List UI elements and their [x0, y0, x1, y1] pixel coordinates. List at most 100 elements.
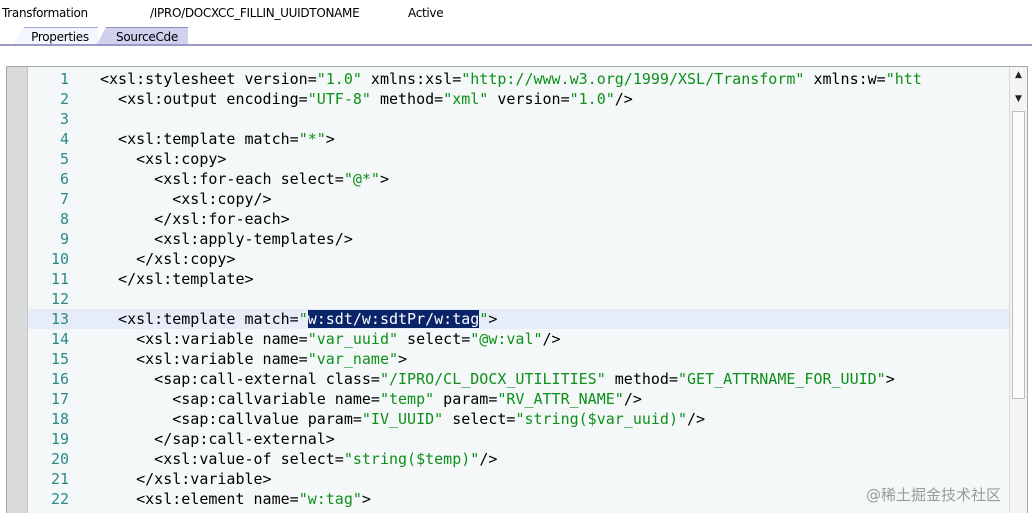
line-number: 14 — [50, 330, 69, 348]
code-text: <xsl:element name="w:tag"> — [100, 489, 371, 509]
scroll-up-icon[interactable]: ▲ — [1012, 69, 1025, 82]
string-literal: "/IPRO/CL_DOCX_UTILITIES" — [379, 370, 606, 388]
line-number: 6 — [59, 170, 69, 188]
code-line[interactable]: 16 <sap:call-external class="/IPRO/CL_DO… — [28, 369, 1009, 389]
object-status: Active — [408, 6, 444, 20]
code-line[interactable]: 15 <xsl:variable name="var_name"> — [28, 349, 1009, 369]
code-token: <xsl:apply-templates/> — [100, 230, 353, 248]
line-number: 17 — [50, 390, 69, 408]
source-code-editor[interactable]: 1 <xsl:stylesheet version="1.0" xmlns:xsl… — [6, 66, 1028, 513]
code-line[interactable]: 2 <xsl:output encoding="UTF-8" method="x… — [28, 89, 1009, 109]
code-line[interactable]: 21 </xsl:variable> — [28, 469, 1009, 489]
code-text: <xsl:template match="*"> — [100, 129, 335, 149]
code-token: xmlns:w= — [804, 70, 886, 88]
code-text: <xsl:template match="w:sdt/w:sdtPr/w:tag… — [100, 309, 497, 329]
object-name: /IPRO/DOCXCC_FILLIN_UUIDTONAME — [150, 6, 360, 20]
code-line[interactable]: 3 — [28, 109, 1009, 129]
string-literal: "temp" — [379, 390, 435, 408]
line-number: 22 — [50, 490, 69, 508]
code-line[interactable]: 4 <xsl:template match="*"> — [28, 129, 1009, 149]
code-token: <xsl:value-of select= — [100, 450, 344, 468]
code-text: <xsl:for-each select="@*"> — [100, 169, 389, 189]
code-token: <xsl:element name= — [100, 490, 299, 508]
code-text: <xsl:copy/> — [100, 189, 271, 209]
code-line[interactable]: 17 <sap:callvariable name="temp" param="… — [28, 389, 1009, 409]
string-literal: "GET_ATTRNAME_FOR_UUID" — [678, 370, 886, 388]
code-text: <xsl:apply-templates/> — [100, 229, 353, 249]
line-number: 19 — [50, 430, 69, 448]
code-text: </xsl:copy> — [100, 249, 235, 269]
code-token: <sap:callvariable name= — [100, 390, 380, 408]
code-line[interactable]: 11 </xsl:template> — [28, 269, 1009, 289]
code-token: <xsl:copy> — [100, 150, 227, 168]
string-literal: "string($var_uuid)" — [515, 410, 688, 428]
line-number: 3 — [59, 110, 69, 128]
code-line[interactable]: 19 </sap:call-external> — [28, 429, 1009, 449]
string-literal: "@w:val" — [470, 330, 543, 348]
scroll-down-icon[interactable]: ▼ — [1012, 93, 1025, 106]
code-text: <sap:callvariable name="temp" param="RV_… — [100, 389, 642, 409]
watermark: @稀土掘金技术社区 — [866, 486, 1002, 504]
scrollbar-thumb[interactable] — [1012, 111, 1025, 399]
code-line[interactable]: 1 <xsl:stylesheet version="1.0" xmlns:xsl… — [28, 69, 1009, 89]
code-text: <xsl:value-of select="string($temp)"/> — [100, 449, 497, 469]
string-literal: " — [479, 310, 489, 328]
code-line[interactable]: 13 <xsl:template match="w:sdt/w:sdtPr/w:… — [28, 309, 1009, 329]
editor-gutter — [7, 67, 28, 513]
code-text: <sap:call-external class="/IPRO/CL_DOCX_… — [100, 369, 895, 389]
code-line[interactable]: 9 <xsl:apply-templates/> — [28, 229, 1009, 249]
code-line[interactable]: 8 </xsl:for-each> — [28, 209, 1009, 229]
line-number: 11 — [50, 270, 69, 288]
code-line[interactable]: 10 </xsl:copy> — [28, 249, 1009, 269]
code-text: <xsl:copy> — [100, 149, 226, 169]
code-token: <xsl:stylesheet version= — [100, 70, 317, 88]
code-token: xmlns:xsl= — [361, 70, 462, 88]
selected-text: w:sdt/w:sdtPr/w:tag — [307, 310, 480, 328]
vertical-scrollbar[interactable]: ▲ ▼ — [1009, 67, 1027, 513]
code-line[interactable]: 20 <xsl:value-of select="string($temp)"/… — [28, 449, 1009, 469]
code-token: > — [361, 490, 371, 508]
line-number: 5 — [59, 150, 69, 168]
code-token: /> — [479, 450, 498, 468]
code-line[interactable]: 5 <xsl:copy> — [28, 149, 1009, 169]
string-literal: " — [298, 310, 308, 328]
code-token: select= — [398, 330, 471, 348]
object-header: Transformation /IPRO/DOCXCC_FILLIN_UUIDT… — [0, 0, 1032, 26]
code-token: <xsl:variable name= — [100, 350, 308, 368]
string-literal: "var_uuid" — [307, 330, 399, 348]
code-line[interactable]: 22 <xsl:element name="w:tag"> — [28, 489, 1009, 509]
code-line[interactable]: 12 — [28, 289, 1009, 309]
line-number: 10 — [50, 250, 69, 268]
code-token: <sap:callvalue param= — [100, 410, 362, 428]
code-line[interactable]: 14 <xsl:variable name="var_uuid" select=… — [28, 329, 1009, 349]
code-token: > — [488, 310, 498, 328]
code-text: <xsl:variable name="var_name"> — [100, 349, 407, 369]
tab-underline — [0, 44, 1032, 46]
line-number: 18 — [50, 410, 69, 428]
line-number: 2 — [59, 90, 69, 108]
string-literal: "xml" — [443, 90, 489, 108]
code-token: > — [325, 130, 335, 148]
string-literal: "w:tag" — [298, 490, 362, 508]
code-token: > — [398, 350, 408, 368]
code-token: </xsl:copy> — [100, 250, 236, 268]
code-line[interactable]: 18 <sap:callvalue param="IV_UUID" select… — [28, 409, 1009, 429]
code-area[interactable]: 1 <xsl:stylesheet version="1.0" xmlns:xsl… — [28, 67, 1009, 513]
string-literal: "1.0" — [569, 90, 615, 108]
code-token: > — [379, 170, 389, 188]
code-text: <xsl:output encoding="UTF-8" method="xml… — [100, 89, 633, 109]
code-token: <xsl:output encoding= — [100, 90, 308, 108]
code-token: </xsl:for-each> — [100, 210, 290, 228]
code-token: <xsl:template match= — [100, 130, 299, 148]
code-text: <xsl:stylesheet version="1.0" xmlns:xsl=… — [100, 69, 922, 89]
line-number: 1 — [59, 70, 69, 88]
code-token: <xsl:variable name= — [100, 330, 308, 348]
string-literal: "var_name" — [307, 350, 399, 368]
code-text: <xsl:variable name="var_uuid" select="@w… — [100, 329, 561, 349]
code-token: /> — [542, 330, 561, 348]
code-token: <sap:call-external class= — [100, 370, 380, 388]
code-token: </sap:call-external> — [100, 430, 335, 448]
code-token: select= — [443, 410, 516, 428]
code-line[interactable]: 7 <xsl:copy/> — [28, 189, 1009, 209]
code-line[interactable]: 6 <xsl:for-each select="@*"> — [28, 169, 1009, 189]
